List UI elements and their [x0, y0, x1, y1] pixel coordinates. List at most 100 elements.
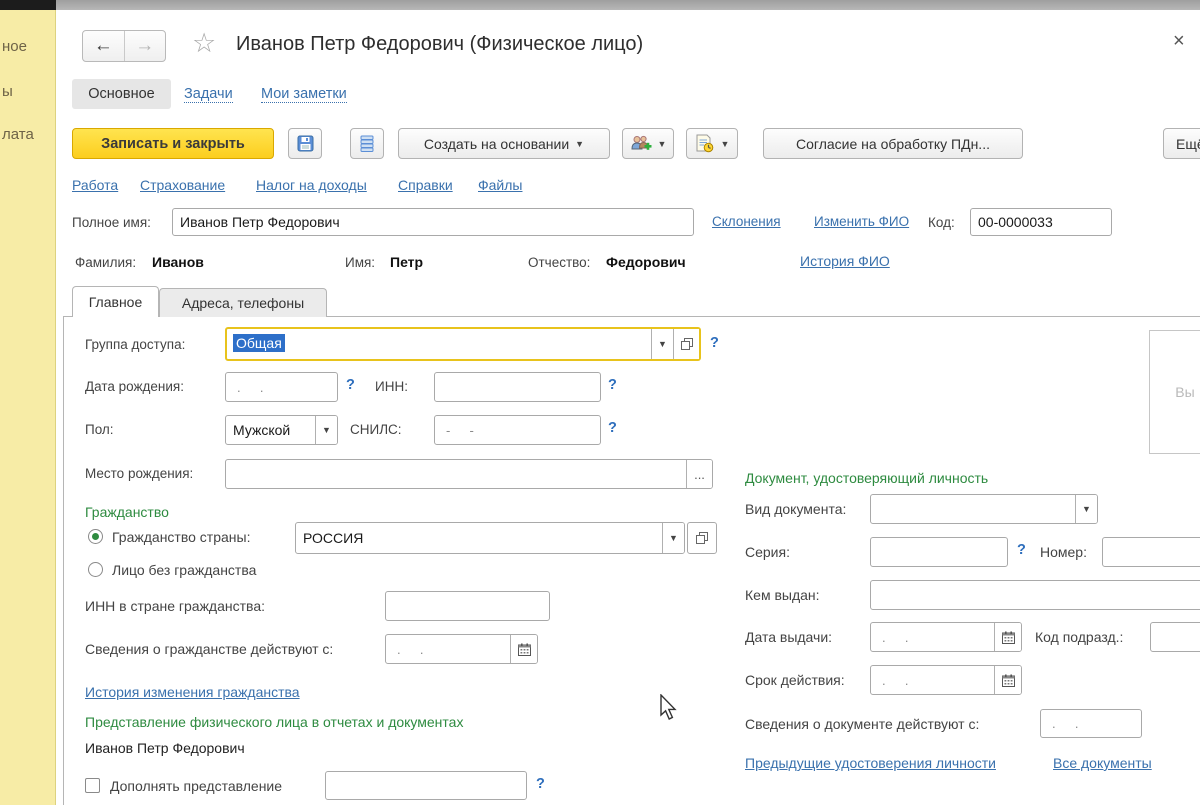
create-based-on-label: Создать на основании [424, 136, 569, 152]
access-group-value: Общая [233, 334, 285, 352]
doc-type-dropdown-button[interactable]: ▼ [1075, 495, 1097, 523]
save-button[interactable] [288, 128, 322, 159]
link-insurance[interactable]: Страхование [140, 177, 225, 193]
snils-input[interactable]: - - [434, 415, 601, 445]
history-nav-group: ← → [82, 30, 166, 62]
access-group-dropdown-button[interactable]: ▼ [651, 329, 673, 359]
change-fio-link[interactable]: Изменить ФИО [814, 214, 909, 229]
birth-place-more-button[interactable]: ... [686, 460, 712, 488]
forward-button[interactable]: → [125, 31, 166, 61]
issued-by-input[interactable] [870, 580, 1200, 610]
augment-presentation-help[interactable]: ? [536, 776, 545, 792]
more-button[interactable]: Ещё [1163, 128, 1200, 159]
snils-label: СНИЛС: [350, 422, 402, 437]
snils-help[interactable]: ? [608, 420, 617, 436]
tab-addresses-phones[interactable]: Адреса, телефоны [159, 288, 327, 317]
citizenship-country-dropdown-button[interactable]: ▼ [662, 523, 684, 553]
gender-select[interactable]: Мужской ▼ [225, 415, 338, 445]
doc-valid-from-mask: . . [1041, 716, 1093, 731]
doc-type-select[interactable]: ▼ [870, 494, 1098, 524]
document-clock-icon [695, 134, 715, 153]
all-documents-link[interactable]: Все документы [1053, 755, 1152, 771]
citizenship-header: Гражданство [85, 504, 169, 520]
identity-doc-header: Документ, удостоверяющий личность [745, 470, 988, 486]
birth-place-input[interactable]: ... [225, 459, 713, 489]
tab-general[interactable]: Главное [72, 286, 159, 317]
previous-ids-link[interactable]: Предыдущие удостоверения личности [745, 755, 996, 771]
access-group-help[interactable]: ? [710, 335, 719, 351]
augment-presentation-checkbox[interactable] [85, 778, 100, 793]
inn-country-input[interactable] [385, 591, 550, 621]
tab-main-nav[interactable]: Основное [72, 79, 171, 109]
series-input[interactable] [870, 537, 1008, 567]
top-strip-dark [0, 0, 56, 10]
chevron-down-icon: ▼ [721, 139, 730, 149]
sidebar-item[interactable]: ы [2, 83, 13, 100]
issue-date-calendar-button[interactable] [994, 623, 1021, 651]
name-value: Петр [390, 254, 423, 270]
back-button[interactable]: ← [83, 31, 125, 61]
code-input[interactable]: 00-0000033 [970, 208, 1112, 236]
surname-label: Фамилия: [75, 255, 136, 270]
gender-value: Мужской [226, 422, 315, 438]
declension-link[interactable]: Склонения [712, 214, 781, 229]
citizenship-history-link[interactable]: История изменения гражданства [85, 684, 300, 700]
create-based-on-button[interactable]: Создать на основании ▼ [398, 128, 610, 159]
validity-calendar-button[interactable] [994, 666, 1021, 694]
pdn-consent-button[interactable]: Согласие на обработку ПДн... [763, 128, 1023, 159]
access-group-combo[interactable]: Общая ▼ [225, 327, 701, 361]
mouse-cursor [660, 694, 680, 722]
stateless-radio[interactable] [88, 562, 103, 577]
citizenship-valid-from-calendar-button[interactable] [510, 635, 537, 663]
sidebar-item[interactable]: ное [2, 38, 27, 55]
issue-date-input[interactable]: . . [870, 622, 1022, 652]
chevron-down-icon: ▼ [658, 139, 667, 149]
link-work[interactable]: Работа [72, 177, 118, 193]
link-income-tax[interactable]: Налог на доходы [256, 177, 367, 193]
citizenship-valid-from-input[interactable]: . . [385, 634, 538, 664]
favorite-star-icon[interactable]: ☆ [192, 28, 216, 59]
presentation-header: Представление физического лица в отчетах… [85, 714, 463, 730]
open-item-icon [696, 532, 708, 544]
inn-input[interactable] [434, 372, 601, 402]
save-and-close-button[interactable]: Записать и закрыть [72, 128, 274, 159]
augment-presentation-input[interactable] [325, 771, 527, 800]
close-icon[interactable]: × [1173, 30, 1185, 53]
inn-help[interactable]: ? [608, 377, 617, 393]
list-settings-button[interactable] [350, 128, 384, 159]
doc-valid-from-input[interactable]: . . [1040, 709, 1142, 738]
birth-date-help[interactable]: ? [346, 377, 355, 393]
citizenship-valid-from-mask: . . [386, 642, 510, 657]
fio-history-link[interactable]: История ФИО [800, 253, 890, 269]
doc-valid-from-label: Сведения о документе действуют с: [745, 716, 979, 732]
issued-by-label: Кем выдан: [745, 587, 820, 603]
validity-mask: . . [871, 673, 994, 688]
link-certificates[interactable]: Справки [398, 177, 453, 193]
scheduled-document-button[interactable]: ▼ [686, 128, 738, 159]
tab-tasks[interactable]: Задачи [184, 86, 233, 103]
person-card-window: ное ы лата ← → ☆ Иванов Петр Федорович (… [0, 0, 1200, 805]
citizenship-country-radio[interactable] [88, 529, 103, 544]
sections-sidebar: ное ы лата [0, 10, 56, 805]
birth-date-input[interactable]: . . [225, 372, 338, 402]
surname-value: Иванов [152, 254, 204, 270]
series-help[interactable]: ? [1017, 542, 1026, 558]
full-name-input[interactable]: Иванов Петр Федорович [172, 208, 694, 236]
photo-placeholder-box[interactable]: Вы [1149, 330, 1200, 454]
validity-input[interactable]: . . [870, 665, 1022, 695]
validity-label: Срок действия: [745, 672, 845, 688]
tab-my-notes[interactable]: Мои заметки [261, 86, 347, 103]
birth-date-label: Дата рождения: [85, 379, 184, 394]
gender-dropdown-button[interactable]: ▼ [315, 416, 337, 444]
citizenship-country-open-button[interactable] [687, 522, 717, 554]
link-files[interactable]: Файлы [478, 177, 522, 193]
sidebar-item[interactable]: лата [2, 126, 34, 143]
full-name-value: Иванов Петр Федорович [173, 214, 347, 230]
dep-code-input[interactable] [1150, 622, 1200, 652]
ellipsis-icon: ... [694, 467, 705, 482]
access-group-value-wrap: Общая [227, 335, 651, 353]
number-input[interactable] [1102, 537, 1200, 567]
access-group-open-button[interactable] [673, 329, 699, 359]
responsible-persons-button[interactable]: ▼ [622, 128, 674, 159]
citizenship-country-combo[interactable]: РОССИЯ ▼ [295, 522, 685, 554]
